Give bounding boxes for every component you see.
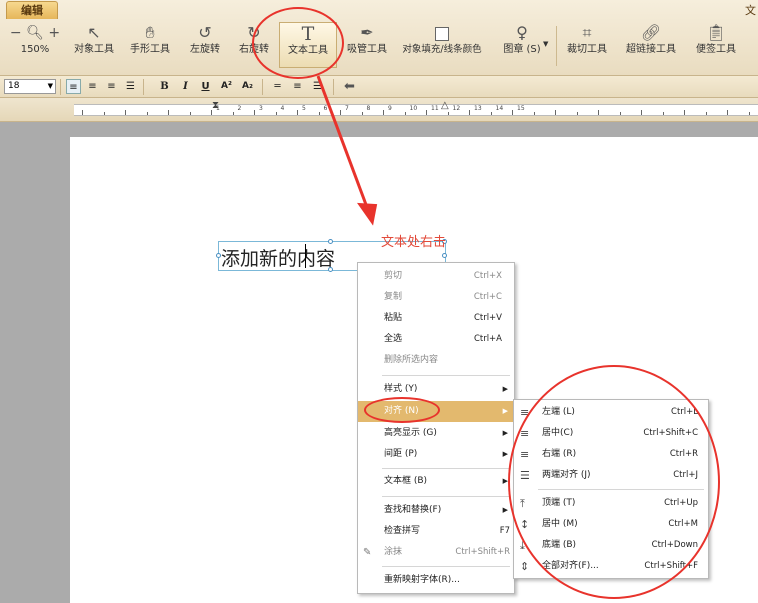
menu-item-copy[interactable]: 复制 Ctrl+C [358,287,514,308]
menu-item-label: 粘贴 [384,313,403,323]
menu-separator [382,468,510,469]
menu-item-delete-selection[interactable]: 删除所选内容 [358,350,514,371]
context-menu: 剪切 Ctrl+X 复制 Ctrl+C 粘贴 Ctrl+V 全选 Ctrl+A … [357,262,515,594]
submenu-arrow-icon: ▶ [502,407,508,415]
menu-item-shortcut: Ctrl+A [473,334,502,344]
menu-item-label: 查找和替换(F) [384,505,442,515]
menu-item-cut[interactable]: 剪切 Ctrl+X [358,266,514,287]
submenu-arrow-icon: ▶ [502,429,508,437]
menu-item-label: 文本框 (B) [384,476,428,486]
menu-item-spacing[interactable]: 间距 (P) ▶ [358,444,514,465]
annotation-circle-align-item [364,397,440,423]
submenu-arrow-icon: ▶ [502,506,508,514]
menu-item-label: 删除所选内容 [384,355,439,365]
menu-item-select-all[interactable]: 全选 Ctrl+A [358,329,514,350]
menu-item-shortcut: Ctrl+V [473,313,502,323]
menu-item-find-replace[interactable]: 查找和替换(F) ▶ [358,500,514,521]
annotation-circle-align-submenu [508,365,720,599]
menu-item-redact[interactable]: ✎ 涂抹 Ctrl+Shift+R [358,542,514,563]
menu-item-label: 涂抹 [384,547,403,557]
menu-item-shortcut: Ctrl+Shift+R [455,547,510,557]
menu-separator [382,496,510,497]
menu-item-label: 间距 (P) [384,449,418,459]
menu-item-spell-check[interactable]: 检查拼写 F7 [358,521,514,542]
menu-item-label: 全选 [384,334,403,344]
menu-separator [382,375,510,376]
menu-item-shortcut: F7 [499,526,510,536]
menu-item-shortcut: Ctrl+C [473,292,502,302]
menu-item-shortcut: Ctrl+X [473,271,502,281]
menu-item-paste[interactable]: 粘贴 Ctrl+V [358,308,514,329]
annotation-circle-text-tool [252,7,344,79]
menu-item-label: 重新映射字体(R)... [384,575,460,585]
align-all-icon: ⇕ [520,560,530,573]
menu-separator [382,566,510,567]
menu-item-label: 高亮显示 (G) [384,428,437,438]
menu-item-label: 剪切 [384,271,403,281]
menu-item-remap-fonts[interactable]: 重新映射字体(R)... [358,570,514,591]
submenu-arrow-icon: ▶ [502,450,508,458]
pencil-icon: ✎ [363,547,372,558]
menu-item-text-box[interactable]: 文本框 (B) ▶ [358,471,514,492]
menu-item-label: 复制 [384,292,403,302]
menu-item-label: 检查拼写 [384,526,421,536]
menu-item-highlight[interactable]: 高亮显示 (G) ▶ [358,423,514,444]
submenu-arrow-icon: ▶ [502,385,508,393]
menu-item-style[interactable]: 样式 (Y) ▶ [358,379,514,400]
